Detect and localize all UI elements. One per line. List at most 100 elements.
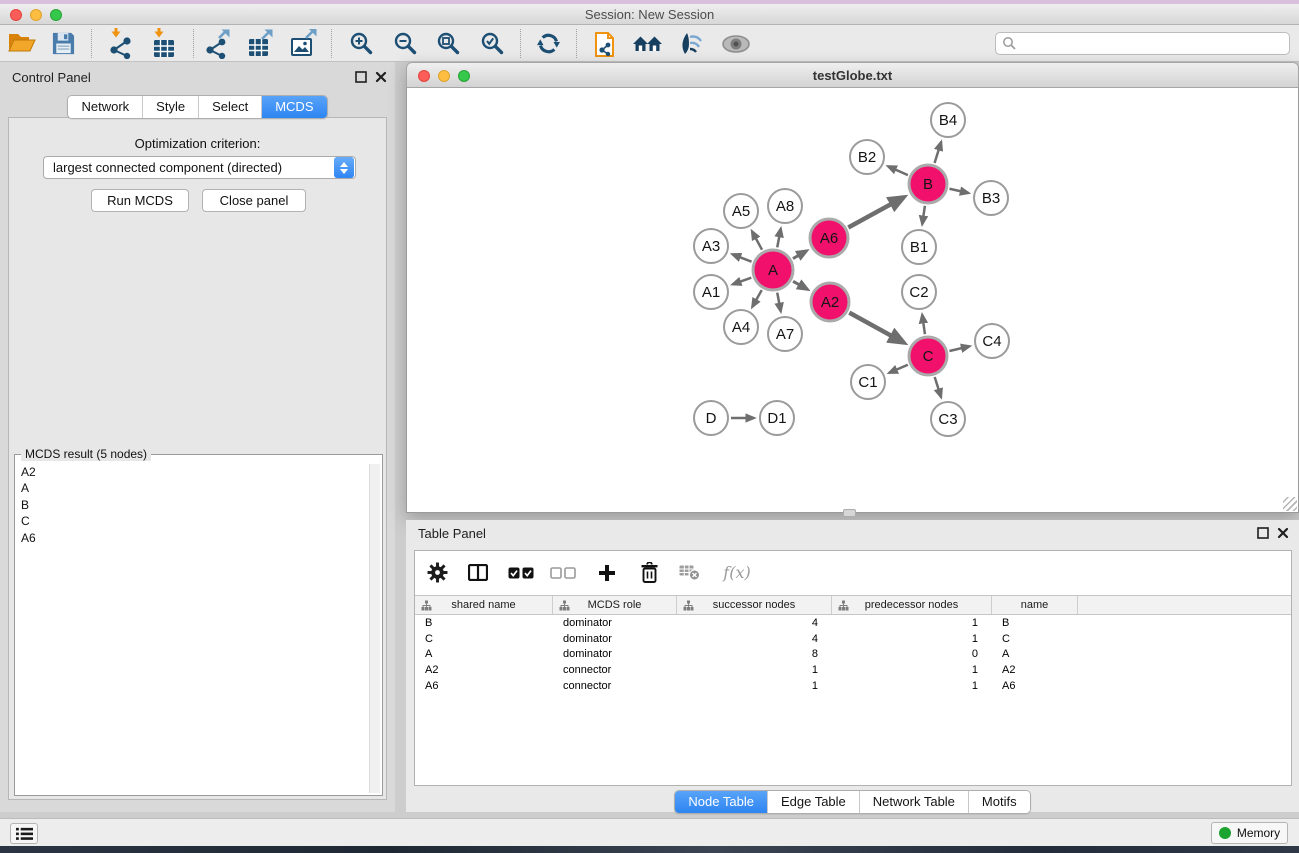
float-panel-icon[interactable]: [355, 71, 367, 83]
zoom-out-icon[interactable]: [388, 27, 422, 60]
graph-edge-A-A4[interactable]: [752, 290, 761, 307]
zoom-selected-icon[interactable]: [475, 27, 509, 60]
graph-node-A1[interactable]: A1: [694, 275, 728, 309]
graph-node-C1[interactable]: C1: [851, 365, 885, 399]
tab-select[interactable]: Select: [199, 96, 262, 118]
tab-network-table[interactable]: Network Table: [860, 791, 969, 813]
zoom-fit-icon[interactable]: [431, 27, 465, 60]
table-row[interactable]: A2connector11A2: [415, 663, 1291, 679]
close-table-panel-icon[interactable]: [1277, 527, 1289, 539]
level-of-detail-eye-icon[interactable]: [719, 27, 753, 60]
select-all-columns-icon[interactable]: [507, 559, 535, 587]
graph-edge-A-A1[interactable]: [733, 278, 752, 285]
deselect-all-columns-icon[interactable]: [549, 559, 577, 587]
mcds-result-item[interactable]: A: [17, 480, 368, 496]
export-network-icon[interactable]: [202, 27, 236, 60]
column-header-shared-name[interactable]: shared name: [415, 596, 553, 614]
memory-button[interactable]: Memory: [1211, 822, 1288, 844]
graph-node-A4[interactable]: A4: [724, 310, 758, 344]
graph-node-A3[interactable]: A3: [694, 229, 728, 263]
task-history-button[interactable]: [10, 823, 38, 844]
table-row[interactable]: Bdominator41B: [415, 616, 1291, 632]
graph-edge-B-B3[interactable]: [949, 189, 968, 193]
graph-node-A5[interactable]: A5: [724, 194, 758, 228]
float-table-panel-icon[interactable]: [1257, 527, 1269, 539]
table-row[interactable]: Cdominator41C: [415, 632, 1291, 648]
tab-motifs[interactable]: Motifs: [969, 791, 1030, 813]
export-table-icon[interactable]: [244, 27, 278, 60]
graph-edge-A-A2[interactable]: [793, 281, 808, 289]
close-panel-icon[interactable]: [375, 71, 387, 83]
graph-node-C4[interactable]: C4: [975, 324, 1009, 358]
close-panel-button[interactable]: Close panel: [202, 189, 306, 212]
graph-node-B3[interactable]: B3: [974, 181, 1008, 215]
network-window-title-bar[interactable]: testGlobe.txt: [406, 62, 1299, 88]
graph-edge-C-C2[interactable]: [922, 315, 925, 334]
graph-node-B[interactable]: B: [909, 165, 947, 203]
tab-network[interactable]: Network: [68, 96, 143, 118]
criterion-dropdown[interactable]: largest connected component (directed): [43, 156, 356, 179]
add-column-icon[interactable]: [593, 559, 621, 587]
table-header-row[interactable]: shared name MCDS role successor nodes pr…: [415, 595, 1291, 615]
graph-node-A7[interactable]: A7: [768, 317, 802, 351]
graph-edge-A2-C[interactable]: [849, 313, 904, 343]
graph-node-A[interactable]: A: [753, 250, 793, 290]
graph-node-C[interactable]: C: [909, 337, 947, 375]
window-resize-grip[interactable]: [1283, 497, 1297, 511]
column-header-successor-nodes[interactable]: successor nodes: [677, 596, 832, 614]
graph-edge-A-A6[interactable]: [793, 251, 807, 259]
import-table-icon[interactable]: [147, 27, 181, 60]
column-header-name[interactable]: name: [992, 596, 1078, 614]
mcds-result-item[interactable]: B: [17, 497, 368, 513]
table-row[interactable]: Adominator80A: [415, 647, 1291, 663]
graph-edge-C-C1[interactable]: [889, 365, 908, 373]
graph-edge-A-A8[interactable]: [777, 229, 781, 248]
delete-table-icon[interactable]: [676, 559, 704, 587]
tab-style[interactable]: Style: [143, 96, 199, 118]
graph-edge-C-C4[interactable]: [949, 346, 969, 351]
graph-node-D1[interactable]: D1: [760, 401, 794, 435]
graph-edge-B-B4[interactable]: [935, 142, 942, 163]
graph-edge-A-A5[interactable]: [752, 231, 762, 250]
function-builder-icon[interactable]: f(x): [717, 559, 757, 587]
cytoscape-home-icon[interactable]: [631, 27, 665, 60]
tab-mcds[interactable]: MCDS: [262, 96, 326, 118]
graph-edge-A-A3[interactable]: [732, 254, 751, 261]
mcds-result-item[interactable]: A2: [17, 464, 368, 480]
graph-edge-A6-B[interactable]: [848, 197, 904, 227]
graph-edge-A-A7[interactable]: [777, 293, 781, 312]
mcds-result-item[interactable]: A6: [17, 530, 368, 546]
graph-node-C3[interactable]: C3: [931, 402, 965, 436]
result-list-scrollbar[interactable]: [369, 464, 380, 793]
show-graphics-details-icon[interactable]: [674, 27, 708, 60]
graph-node-B2[interactable]: B2: [850, 140, 884, 174]
delete-column-icon[interactable]: [635, 559, 663, 587]
graph-node-A6[interactable]: A6: [810, 219, 848, 257]
graph-node-B1[interactable]: B1: [902, 230, 936, 264]
mcds-result-item[interactable]: C: [17, 513, 368, 529]
graph-node-C2[interactable]: C2: [902, 275, 936, 309]
column-browser-icon[interactable]: [464, 559, 492, 587]
graph-node-B4[interactable]: B4: [931, 103, 965, 137]
graph-node-D[interactable]: D: [694, 401, 728, 435]
graph-node-A2[interactable]: A2: [811, 283, 849, 321]
zoom-in-icon[interactable]: [344, 27, 378, 60]
table-row[interactable]: A6connector11A6: [415, 679, 1291, 695]
graph-node-A8[interactable]: A8: [768, 189, 802, 223]
table-options-gear-icon[interactable]: [423, 559, 451, 587]
search-input[interactable]: [995, 32, 1290, 55]
save-session-icon[interactable]: [46, 27, 80, 60]
network-canvas[interactable]: A A1 A2 A3 A4 A5 A6 A7 A8 B B1 B2 B3 B4 C C1 C2 C3 C4 D D1: [406, 88, 1299, 513]
column-header-MCDS-role[interactable]: MCDS role: [553, 596, 677, 614]
tab-node-table[interactable]: Node Table: [675, 791, 768, 813]
new-network-from-selection-icon[interactable]: [591, 27, 625, 60]
apply-preferred-layout-icon[interactable]: [531, 27, 565, 60]
run-mcds-button[interactable]: Run MCDS: [91, 189, 189, 212]
mcds-result-list[interactable]: A2ABCA6: [17, 464, 368, 793]
tab-edge-table[interactable]: Edge Table: [768, 791, 860, 813]
export-image-icon[interactable]: [287, 27, 321, 60]
graph-edge-B-B1[interactable]: [922, 206, 925, 224]
graph-edge-C-C3[interactable]: [935, 377, 941, 397]
graph-edge-B-B2[interactable]: [888, 166, 908, 175]
column-header-predecessor-nodes[interactable]: predecessor nodes: [832, 596, 992, 614]
